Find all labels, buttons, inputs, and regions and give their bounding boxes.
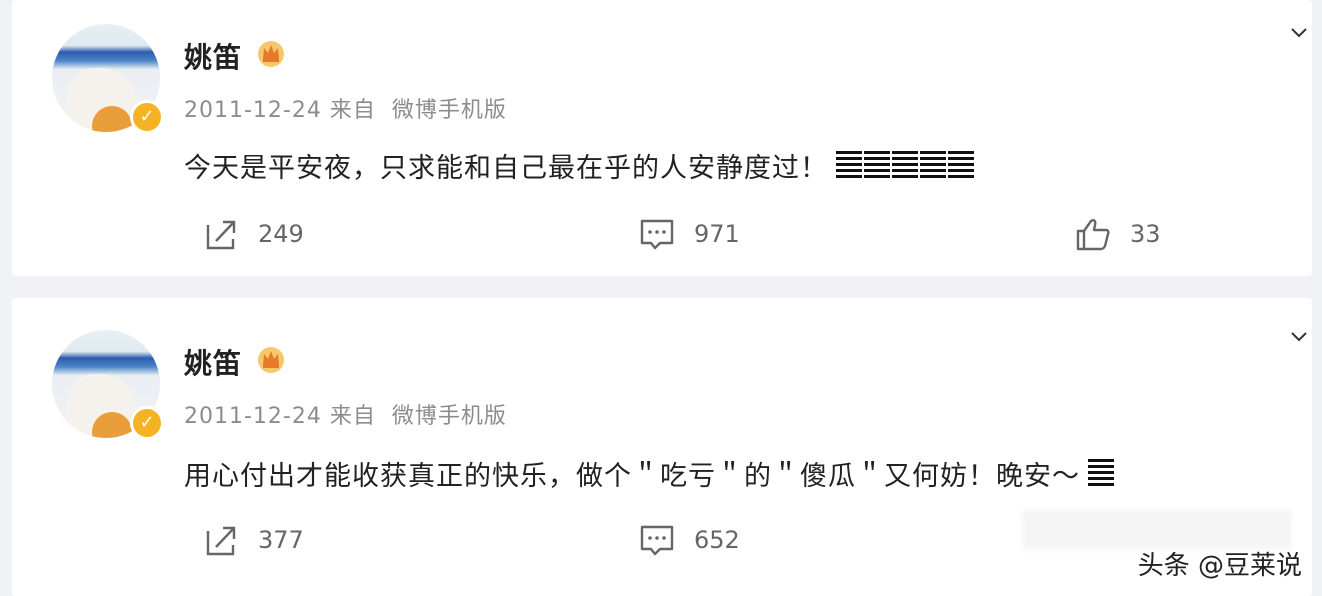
- repost-count: 377: [258, 526, 304, 554]
- verified-badge-icon: ✓: [130, 406, 164, 440]
- post-meta: 2011-12-24 来自 微博手机版: [184, 398, 507, 430]
- emoji-icon: [864, 151, 890, 181]
- verified-badge-icon: ✓: [130, 100, 164, 134]
- emoji-icon: [836, 151, 862, 181]
- comment-count: 971: [694, 220, 740, 248]
- share-icon: [206, 526, 236, 556]
- post-text: 今天是平安夜，只求能和自己最在乎的人安静度过！: [184, 153, 828, 184]
- repost-button[interactable]: 377: [202, 520, 304, 560]
- weibo-post: ✓ 姚笛 2011-12-24 来自 微博手机版 今天是平安夜，只求能和自己最在乎…: [12, 0, 1312, 276]
- post-content: 今天是平安夜，只求能和自己最在乎的人安静度过！: [184, 146, 976, 188]
- post-meta: 2011-12-24 来自 微博手机版: [184, 92, 507, 124]
- repost-count: 249: [258, 220, 304, 248]
- source-prefix: 来自: [329, 404, 376, 429]
- post-text: 用心付出才能收获真正的快乐，做个＂吃亏＂的＂傻瓜＂又何妨！晚安～: [184, 461, 1080, 492]
- emoji-group: [836, 151, 976, 188]
- author-name[interactable]: 姚笛: [184, 36, 242, 76]
- comment-icon: [640, 525, 674, 556]
- post-date[interactable]: 2011-12-24: [184, 98, 322, 123]
- watermark: 头条 @豆莱说: [1137, 551, 1302, 581]
- emoji-icon: [948, 151, 974, 181]
- crown-icon: [258, 347, 284, 373]
- emoji-icon: [920, 151, 946, 181]
- chevron-down-icon[interactable]: [1290, 24, 1308, 42]
- author-name[interactable]: 姚笛: [184, 342, 242, 382]
- comment-count: 652: [694, 526, 740, 554]
- thumbs-up-icon: [1076, 219, 1110, 251]
- like-button[interactable]: 33: [1074, 214, 1161, 254]
- post-source: 微博手机版: [391, 98, 507, 123]
- emoji-group: [1088, 459, 1116, 496]
- chevron-down-icon[interactable]: [1290, 328, 1308, 346]
- post-date[interactable]: 2011-12-24: [184, 404, 322, 429]
- comment-button[interactable]: 652: [638, 520, 740, 560]
- share-icon: [206, 220, 236, 250]
- like-count: 33: [1130, 220, 1161, 248]
- action-bar: 249 971 33: [12, 214, 1312, 254]
- post-content: 用心付出才能收获真正的快乐，做个＂吃亏＂的＂傻瓜＂又何妨！晚安～: [184, 454, 1116, 496]
- repost-button[interactable]: 249: [202, 214, 304, 254]
- post-source: 微博手机版: [391, 404, 507, 429]
- blurred-area: [1022, 510, 1292, 550]
- weibo-post: ✓ 姚笛 2011-12-24 来自 微博手机版 用心付出才能收获真正的快乐，做个…: [12, 298, 1312, 596]
- comment-button[interactable]: 971: [638, 214, 740, 254]
- emoji-icon: [1088, 459, 1114, 489]
- source-prefix: 来自: [329, 98, 376, 123]
- emoji-icon: [892, 151, 918, 181]
- comment-icon: [640, 219, 674, 250]
- crown-icon: [258, 41, 284, 67]
